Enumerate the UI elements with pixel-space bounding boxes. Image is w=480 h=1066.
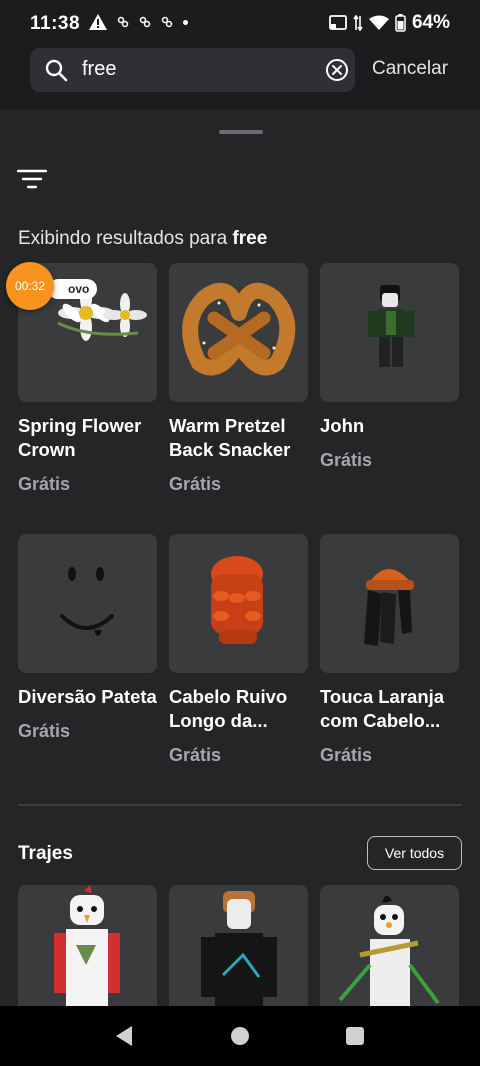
filter-icon[interactable]	[17, 168, 47, 192]
item-name: Spring Flower Crown	[18, 415, 142, 460]
search-box[interactable]	[30, 48, 355, 92]
outfit-card[interactable]	[18, 885, 157, 1006]
back-icon[interactable]	[114, 1025, 134, 1047]
sheet-drag-handle[interactable]	[219, 130, 263, 134]
snowman-outfit-image	[338, 895, 440, 1006]
item-thumbnail	[320, 263, 459, 402]
item-name: Warm Pretzel Back Snacker	[169, 415, 291, 460]
orange-beanie-image	[364, 569, 414, 646]
item-card-diversao-pateta[interactable]: Diversão Pateta Grátis	[18, 534, 157, 766]
status-notification-icons	[89, 14, 188, 30]
item-card-touca-laranja[interactable]: Touca Laranja com Cabelo... Grátis	[320, 534, 459, 766]
item-thumbnail	[169, 263, 308, 402]
item-card-cabelo-ruivo[interactable]: Cabelo Ruivo Longo da... Grátis	[169, 534, 308, 766]
more-notifications-dot	[183, 19, 188, 25]
cancel-button[interactable]: Cancelar	[372, 58, 448, 80]
status-time: 11:38	[30, 13, 81, 34]
item-price: Grátis	[320, 450, 373, 470]
item-price: Grátis	[18, 474, 71, 494]
pretzel-image	[182, 282, 296, 376]
item-price: Grátis	[169, 745, 222, 765]
outfit-card[interactable]	[169, 885, 308, 1006]
results-sheet: Exibindo resultados para free ovo Spring…	[0, 110, 480, 1006]
timer-bubble[interactable]: 00:32	[6, 262, 54, 310]
item-price: Grátis	[320, 745, 373, 765]
recent-apps-icon[interactable]	[346, 1027, 364, 1045]
outfits-row	[18, 885, 459, 1006]
item-name: Diversão Pateta	[18, 686, 157, 707]
item-thumbnail	[18, 534, 157, 673]
section-divider	[18, 804, 462, 806]
avatar-john-image	[368, 285, 414, 367]
outfit-card[interactable]	[320, 885, 459, 1006]
warning-icon	[89, 14, 107, 30]
battery-level: 64%	[411, 12, 450, 33]
search-input[interactable]	[82, 58, 322, 81]
item-price: Grátis	[169, 474, 222, 494]
data-arrows-icon	[353, 15, 363, 31]
system-nav-bar	[0, 1006, 480, 1066]
new-badge: ovo	[48, 279, 98, 299]
notification-icon	[139, 16, 151, 28]
item-name: Cabelo Ruivo Longo da...	[169, 686, 288, 731]
wifi-icon	[368, 15, 389, 30]
item-thumbnail	[169, 534, 308, 673]
results-prefix: Exibindo resultados para	[18, 228, 233, 249]
status-right: 64%	[329, 12, 450, 34]
see-all-button[interactable]: Ver todos	[367, 836, 462, 870]
item-price: Grátis	[18, 721, 71, 741]
item-card-john[interactable]: John Grátis	[320, 263, 459, 495]
item-grid-row-2: Diversão Pateta Grátis Cabelo Ruivo Long…	[18, 534, 462, 766]
notification-icon	[161, 16, 173, 28]
goofy-face-image	[60, 567, 114, 636]
battery-icon	[395, 14, 406, 32]
dark-outfit-image	[201, 891, 277, 1006]
item-card-warm-pretzel[interactable]: Warm Pretzel Back Snacker Grátis	[169, 263, 308, 495]
search-header: Cancelar	[0, 48, 480, 110]
results-query: free	[232, 228, 268, 249]
item-name: John	[320, 415, 365, 436]
home-icon[interactable]	[231, 1027, 249, 1045]
status-bar: 11:38 64%	[0, 0, 480, 48]
item-thumbnail	[320, 534, 459, 673]
cast-icon	[329, 15, 347, 30]
item-grid-row-1: ovo Spring Flower Crown Grátis Warm Pret…	[18, 263, 462, 495]
item-name: Touca Laranja com Cabelo...	[320, 686, 445, 731]
notification-icon	[117, 16, 129, 28]
outfits-section-title: Trajes	[18, 843, 73, 864]
chicken-outfit-image	[54, 885, 120, 1006]
red-hair-image	[211, 556, 263, 644]
clear-search-icon[interactable]	[325, 58, 349, 82]
results-summary: Exibindo resultados para free	[18, 228, 267, 250]
search-icon	[45, 59, 68, 82]
